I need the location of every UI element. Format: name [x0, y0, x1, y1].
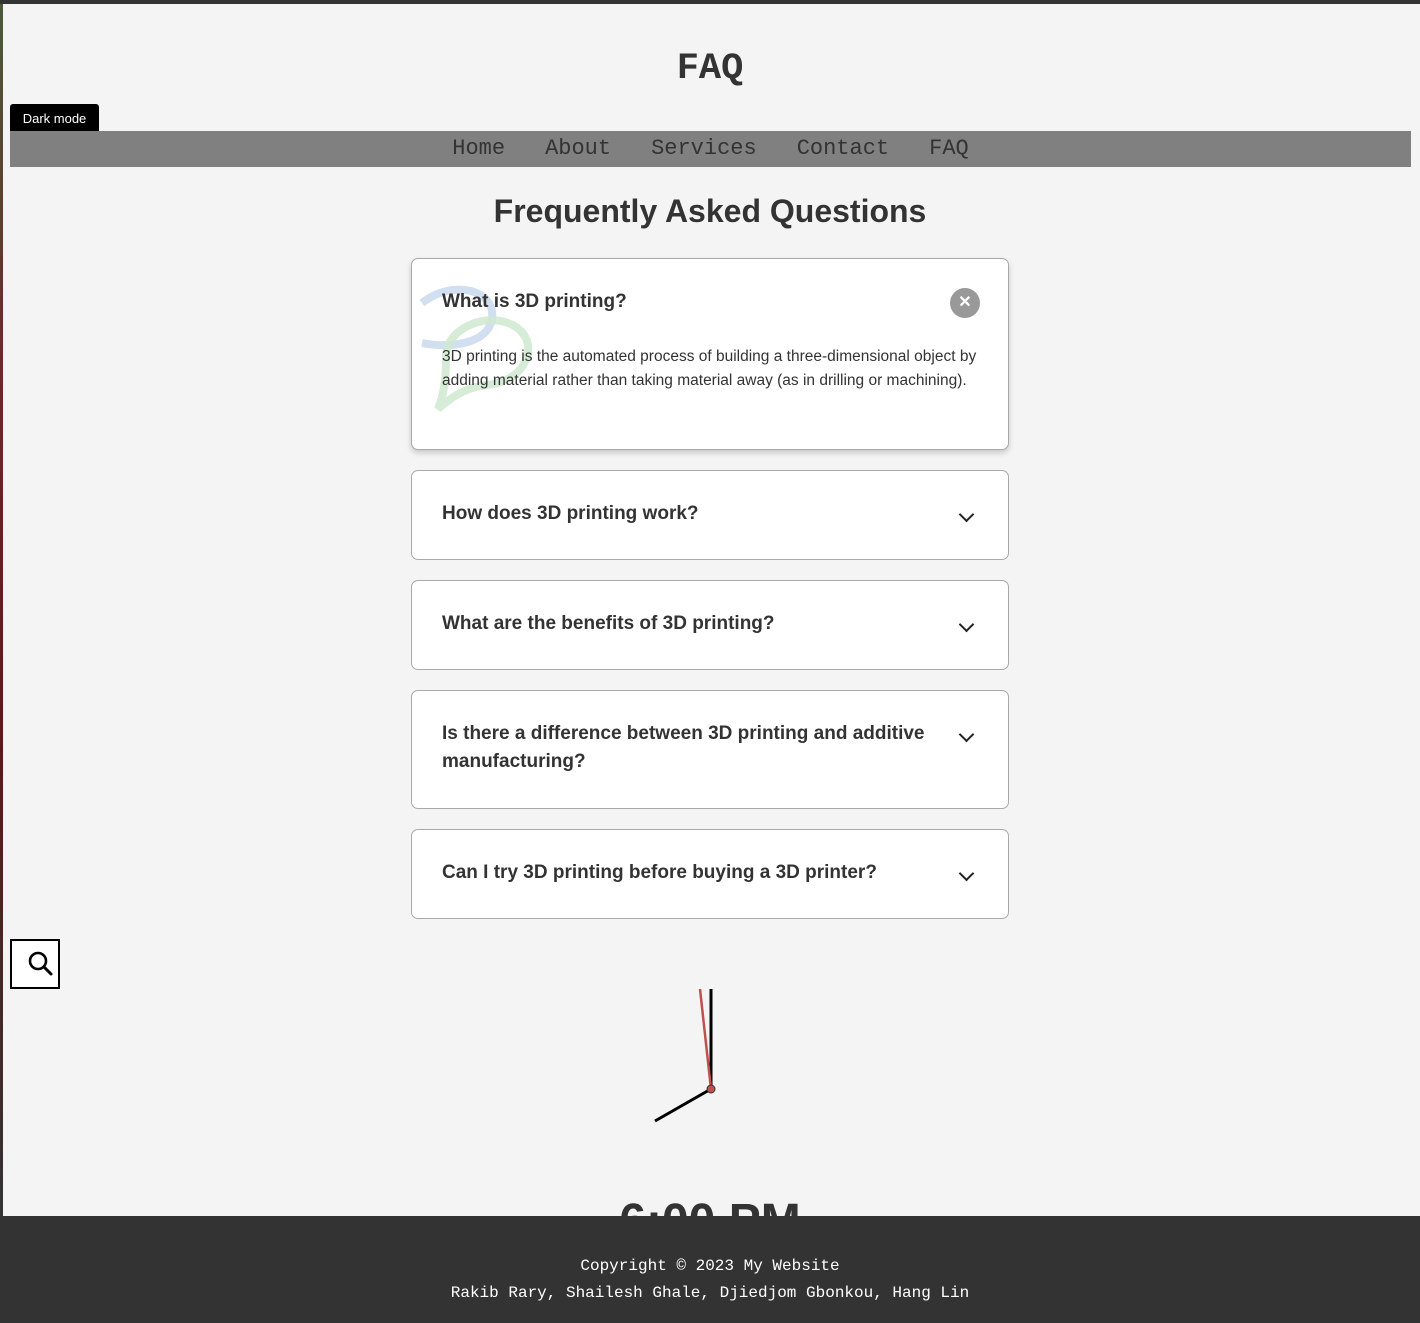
nav-link-services[interactable]: Services	[651, 131, 757, 167]
faq-answer: 3D printing is the automated process of …	[442, 348, 977, 389]
dark-mode-button[interactable]: Dark mode	[10, 104, 99, 134]
search-icon	[28, 951, 53, 976]
footer: Copyright © 2023 My Website Rakib Rary, …	[0, 1216, 1420, 1323]
second-hand	[698, 988, 713, 1090]
faq-question: What is 3D printing?	[442, 291, 627, 312]
faq-item-what-is-3d-printing[interactable]: What is 3D printing? ✕ 3D printing is th…	[411, 258, 1009, 450]
faq-item-additive-manufacturing[interactable]: Is there a difference between 3D printin…	[411, 690, 1009, 809]
nav-link-contact[interactable]: Contact	[797, 131, 889, 167]
nav-link-home[interactable]: Home	[452, 131, 505, 167]
top-border	[0, 0, 1420, 4]
chevron-down-icon	[958, 616, 975, 633]
hour-hand	[654, 1087, 712, 1123]
faq-item-try-before-buying[interactable]: Can I try 3D printing before buying a 3D…	[411, 829, 1009, 919]
nav-link-about[interactable]: About	[545, 131, 611, 167]
faq-item-how-does-it-work[interactable]: How does 3D printing work?	[411, 470, 1009, 560]
faq-question: How does 3D printing work?	[442, 503, 699, 524]
faq-item-benefits[interactable]: What are the benefits of 3D printing?	[411, 580, 1009, 670]
clock-center	[706, 1084, 716, 1094]
nav-link-faq[interactable]: FAQ	[929, 131, 969, 167]
footer-authors: Rakib Rary, Shailesh Ghale, Djiedjom Gbo…	[450, 1284, 970, 1302]
chevron-down-icon	[958, 726, 975, 743]
page-title: FAQ	[676, 48, 744, 90]
analog-clock	[654, 988, 716, 1123]
faq-question: Can I try 3D printing before buying a 3D…	[442, 862, 877, 883]
faq-question: Is there a difference between 3D printin…	[442, 723, 925, 772]
window-edge	[0, 4, 3, 1216]
close-icon[interactable]: ✕	[950, 288, 980, 318]
footer-copyright: Copyright © 2023 My Website	[580, 1257, 840, 1275]
chevron-down-icon	[958, 865, 975, 882]
search-button[interactable]	[10, 939, 60, 989]
chevron-down-icon	[958, 506, 975, 523]
faq-question: What are the benefits of 3D printing?	[442, 613, 775, 634]
faq-heading: Frequently Asked Questions	[493, 193, 927, 229]
main-nav: Home About Services Contact FAQ	[10, 131, 1411, 167]
